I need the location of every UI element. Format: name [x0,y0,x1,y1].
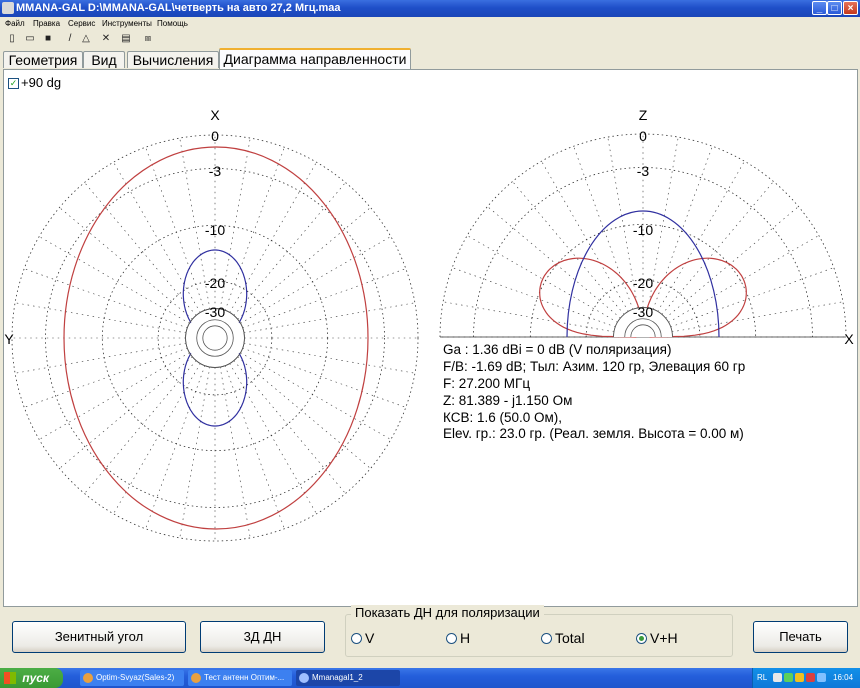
grid-spoke [145,355,210,529]
grid-spoke [573,146,638,320]
ring-label-vertical-4: -30 [633,304,653,320]
front-back-text: F/B: -1.69 dB; Тыл: Азим. 120 гр, Элевац… [443,358,746,374]
radio-h-label: H [460,630,471,646]
ring-label-horizontal-3: -20 [205,275,225,291]
grid-spoke [648,146,713,320]
grid-spoke [220,147,285,321]
pattern-info: Ga : 1.36 dBi = 0 dB (V поляризация) F/B… [443,342,745,443]
start-label: пуск [22,671,49,685]
radio-v-plus-h[interactable] [636,633,647,644]
zenith-angle-button[interactable]: Зенитный угол [12,621,186,653]
ring-label-vertical-2: -10 [633,222,653,238]
task-item-label: Mmanagal1_2 [312,673,363,682]
gain-text: Ga : 1.36 dBi = 0 dB (V поляризация) [443,342,672,357]
grid-spoke [654,181,774,324]
grid-spoke [226,351,346,494]
radio-h[interactable] [446,633,457,644]
axis-label-x-horizontal: X [210,107,220,123]
taskbar: пуск Optim-Svyaz(Sales-2) Тест антенн Оп… [0,668,860,688]
clock: 16:04 [833,673,854,682]
mmana-app-icon [299,673,309,683]
axis-label-y-horizontal: Y [4,331,14,347]
elevation-text: Elev. гр.: 23.0 гр. (Реал. земля. Высота… [443,426,744,442]
ring-label-vertical-1: -3 [637,163,650,179]
grid-spoke [217,355,251,538]
grid-spoke [145,147,210,321]
grid-spoke [452,267,626,332]
grid-spoke [179,355,213,538]
language-indicator[interactable]: RL [757,668,767,688]
network-icon[interactable] [784,673,793,682]
tray-app-icon[interactable] [773,673,782,682]
grid-spoke [24,268,198,333]
axis-label-z-vertical: Z [639,107,648,123]
grid-spoke [84,182,204,325]
ring-label-horizontal-1: -3 [209,163,222,179]
ring-label-vertical-3: -20 [633,275,653,291]
grid-spoke [232,268,406,333]
grid-spoke [443,301,626,335]
ring-label-horizontal-2: -10 [205,222,225,238]
grid-spoke [660,267,834,332]
radio-total[interactable] [541,633,552,644]
radio-v-label: V [365,630,375,646]
impedance-text: Z: 81.389 - j1.150 Ом [443,392,573,408]
grid-spoke [660,301,843,335]
radio-v-plus-h-label: V+H [650,630,678,646]
ring-label-horizontal-4: -30 [205,304,225,320]
grid-spoke [232,340,415,374]
grid-spoke [232,343,406,408]
grid-spoke [228,349,371,469]
grid-spoke [59,349,202,469]
browser-icon [191,673,201,683]
task-item-label: Optim-Svyaz(Sales-2) [96,673,175,682]
3d-pattern-button[interactable]: 3Д ДН [200,621,325,653]
print-button[interactable]: Печать [753,621,848,653]
task-item-label: Тест антенн Оптим-... [204,673,285,682]
grid-spoke [226,182,346,325]
grid-spoke [24,343,198,408]
tab-directivity-pattern[interactable]: Диаграмма направленности [219,48,411,69]
volume-icon[interactable] [817,673,826,682]
task-item-optim[interactable]: Optim-Svyaz(Sales-2) [80,670,184,686]
ring-label-horizontal-0: 0 [211,128,219,144]
antivirus-icon[interactable] [806,673,815,682]
windows-logo-icon [4,672,16,684]
axis-label-x-vertical: X [844,331,854,347]
grid-spoke [228,207,371,327]
frequency-text: F: 27.200 МГц [443,375,531,391]
grid-spoke [15,302,198,336]
task-item-mmana[interactable]: Mmanagal1_2 [296,670,400,686]
browser-icon [83,673,93,683]
grid-spoke [656,206,799,326]
grid-spoke [487,206,630,326]
ring-label-vertical-0: 0 [639,128,647,144]
grid-spoke [220,355,285,529]
swr-text: КСВ: 1.6 (50.0 Ом), [443,409,563,425]
grid-spoke [59,207,202,327]
radio-v[interactable] [351,633,362,644]
system-tray: RL 16:04 [752,668,860,688]
security-icon[interactable] [795,673,804,682]
start-button[interactable]: пуск [0,668,63,688]
polarization-group-title: Показать ДН для поляризации [351,605,544,620]
task-item-antenna-test[interactable]: Тест антенн Оптим-... [188,670,292,686]
grid-spoke [15,340,198,374]
grid-spoke [84,351,204,494]
grid-spoke [232,302,415,336]
radio-total-label: Total [555,630,585,646]
grid-spoke [512,181,632,324]
